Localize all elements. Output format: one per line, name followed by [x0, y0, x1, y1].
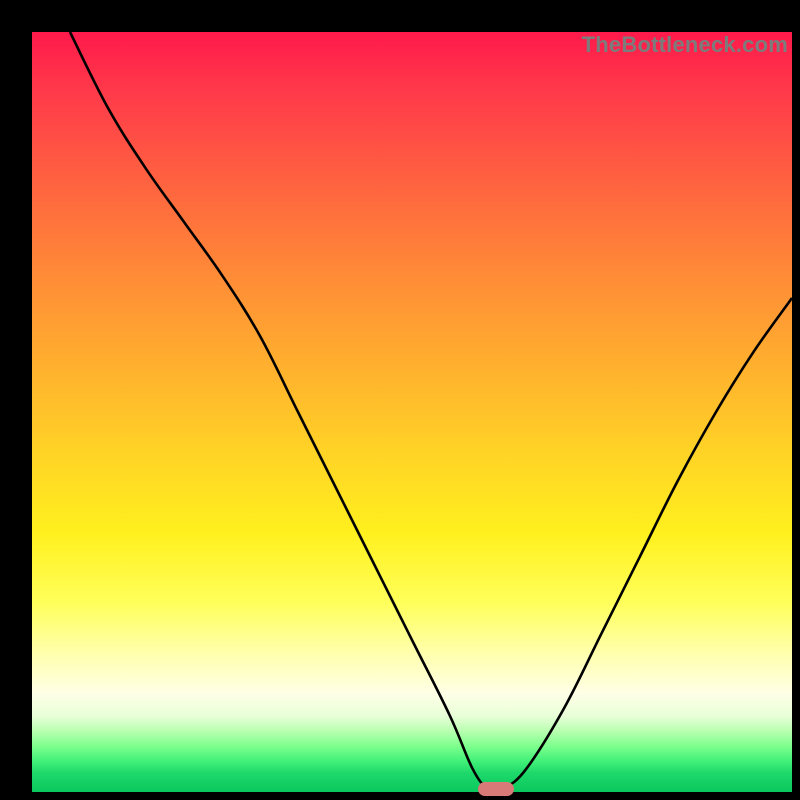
- plot-area: TheBottleneck.com: [32, 32, 792, 792]
- chart-frame: TheBottleneck.com: [12, 12, 788, 788]
- optimal-marker: [478, 782, 514, 796]
- curve-path: [70, 32, 792, 791]
- bottleneck-curve: [32, 32, 792, 792]
